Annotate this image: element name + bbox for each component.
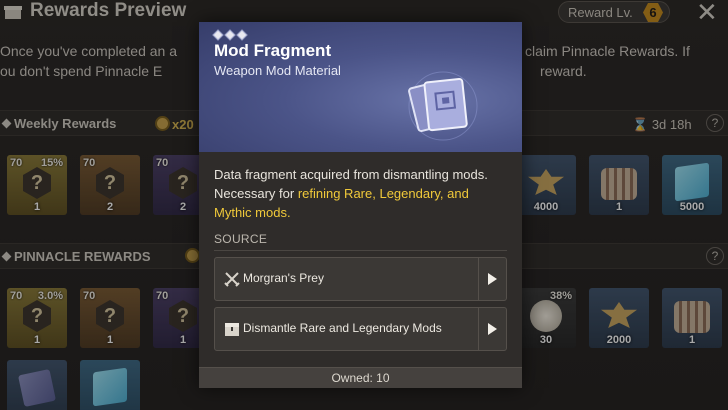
rarity-pip-icon [224, 29, 236, 41]
source-label-1: Morgran's Prey [243, 271, 324, 285]
source-label-2: Dismantle Rare and Legendary Mods [243, 321, 442, 335]
chest-icon [225, 323, 239, 336]
item-detail-popup: Mod Fragment Weapon Mod Material Data fr… [199, 22, 522, 388]
item-subtitle: Weapon Mod Material [214, 63, 341, 78]
mod-fragment-icon [408, 71, 478, 141]
crossed-swords-icon [224, 272, 240, 287]
play-arrow-icon [488, 323, 497, 335]
source-dismantle-button[interactable]: Dismantle Rare and Legendary Mods [214, 307, 507, 351]
item-title: Mod Fragment [214, 41, 332, 60]
play-arrow-icon [488, 273, 497, 285]
rarity-pip-icon [212, 29, 224, 41]
popup-header: Mod Fragment Weapon Mod Material [199, 22, 522, 152]
item-description: Data fragment acquired from dismantling … [214, 165, 510, 222]
rarity-pip-icon [236, 29, 248, 41]
owned-count: Owned: 10 [199, 367, 522, 388]
source-label: SOURCE [214, 232, 268, 246]
source-divider [214, 250, 507, 251]
go-arrow[interactable] [478, 308, 506, 350]
go-arrow[interactable] [478, 258, 506, 300]
source-morgrans-prey-button[interactable]: Morgran's Prey [214, 257, 507, 301]
